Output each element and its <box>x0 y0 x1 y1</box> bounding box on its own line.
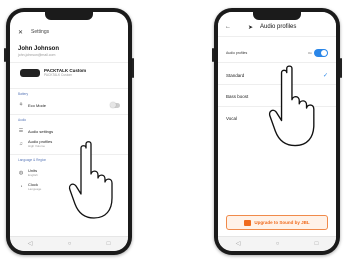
checkmark-icon: ✓ <box>322 73 328 79</box>
notch <box>45 12 93 20</box>
divider <box>10 114 128 115</box>
toggle-state-label: On <box>307 51 312 55</box>
device-card[interactable]: PACKTALK Custom PACKTALK Custom <box>20 68 120 77</box>
sliders-icon: ☰ <box>18 128 24 134</box>
jbl-icon <box>244 219 252 226</box>
upgrade-button[interactable]: Upgrade to Sound by JBL <box>226 215 328 230</box>
clock-icon: ◔ <box>19 183 23 190</box>
divider <box>218 62 336 63</box>
notch <box>253 12 301 20</box>
pointing-hand-icon <box>68 141 113 219</box>
leaf-icon: ⚘ <box>18 102 24 108</box>
device-image <box>20 68 40 77</box>
android-nav-bar: ◁ ○ □ <box>10 236 128 251</box>
android-nav-bar: ◁ ○ □ <box>218 236 336 251</box>
audio-profiles-sub: High Volume <box>28 144 46 148</box>
audio-profiles-toggle[interactable] <box>314 49 328 57</box>
user-name: John Johnson <box>18 46 59 52</box>
option-standard-label: Standard <box>226 73 245 78</box>
user-profile[interactable]: John Johnson john.johnson@mail.com <box>18 46 120 57</box>
pointing-hand-icon <box>268 65 315 147</box>
eco-mode-label: Eco Mode <box>28 102 47 108</box>
volume-button <box>4 48 6 62</box>
audio-profiles-toggle-row[interactable]: Audio profiles On <box>226 49 328 57</box>
section-audio: Audio <box>18 118 27 122</box>
device-subtitle: PACKTALK Custom <box>44 73 73 77</box>
option-vocal-label: Vocal <box>226 116 238 121</box>
power-button <box>340 58 342 78</box>
recents-nav-icon[interactable]: □ <box>315 241 319 247</box>
section-language: Language & Region <box>18 158 47 162</box>
recents-nav-icon[interactable]: □ <box>107 241 111 247</box>
speaker-icon: ➤ <box>248 25 254 31</box>
audio-profiles-title: Audio profiles <box>260 24 297 30</box>
user-email: john.johnson@mail.com <box>18 53 56 57</box>
audio-settings-row[interactable]: ☰ Audio settings <box>18 128 120 134</box>
back-nav-icon[interactable]: ◁ <box>28 241 33 247</box>
settings-title: Settings <box>31 29 50 35</box>
upgrade-label: Upgrade to Sound by JBL <box>254 220 310 225</box>
home-nav-icon[interactable]: ○ <box>68 241 72 247</box>
globe-icon: ◍ <box>18 169 24 176</box>
equalizer-icon: ♫ <box>19 140 23 147</box>
back-nav-icon[interactable]: ◁ <box>236 241 241 247</box>
home-nav-icon[interactable]: ○ <box>276 241 280 247</box>
audio-settings-label: Audio settings <box>28 128 54 134</box>
units-sub: English <box>28 173 38 177</box>
divider <box>10 62 128 63</box>
section-battery: Battery <box>18 92 29 96</box>
audio-profiles-toggle-label: Audio profiles <box>226 51 248 55</box>
eco-mode-row[interactable]: ⚘ Eco Mode <box>18 102 120 108</box>
power-button <box>132 58 134 78</box>
close-icon[interactable]: ✕ <box>18 29 23 36</box>
eco-mode-toggle[interactable] <box>110 102 120 108</box>
clock-sub: Language <box>28 187 42 191</box>
settings-topbar: ✕ Settings <box>10 26 128 38</box>
option-bass-boost-label: Bass boost <box>226 94 249 99</box>
divider <box>10 88 128 89</box>
back-arrow-icon[interactable]: ← <box>225 24 231 30</box>
volume-button <box>212 48 214 62</box>
